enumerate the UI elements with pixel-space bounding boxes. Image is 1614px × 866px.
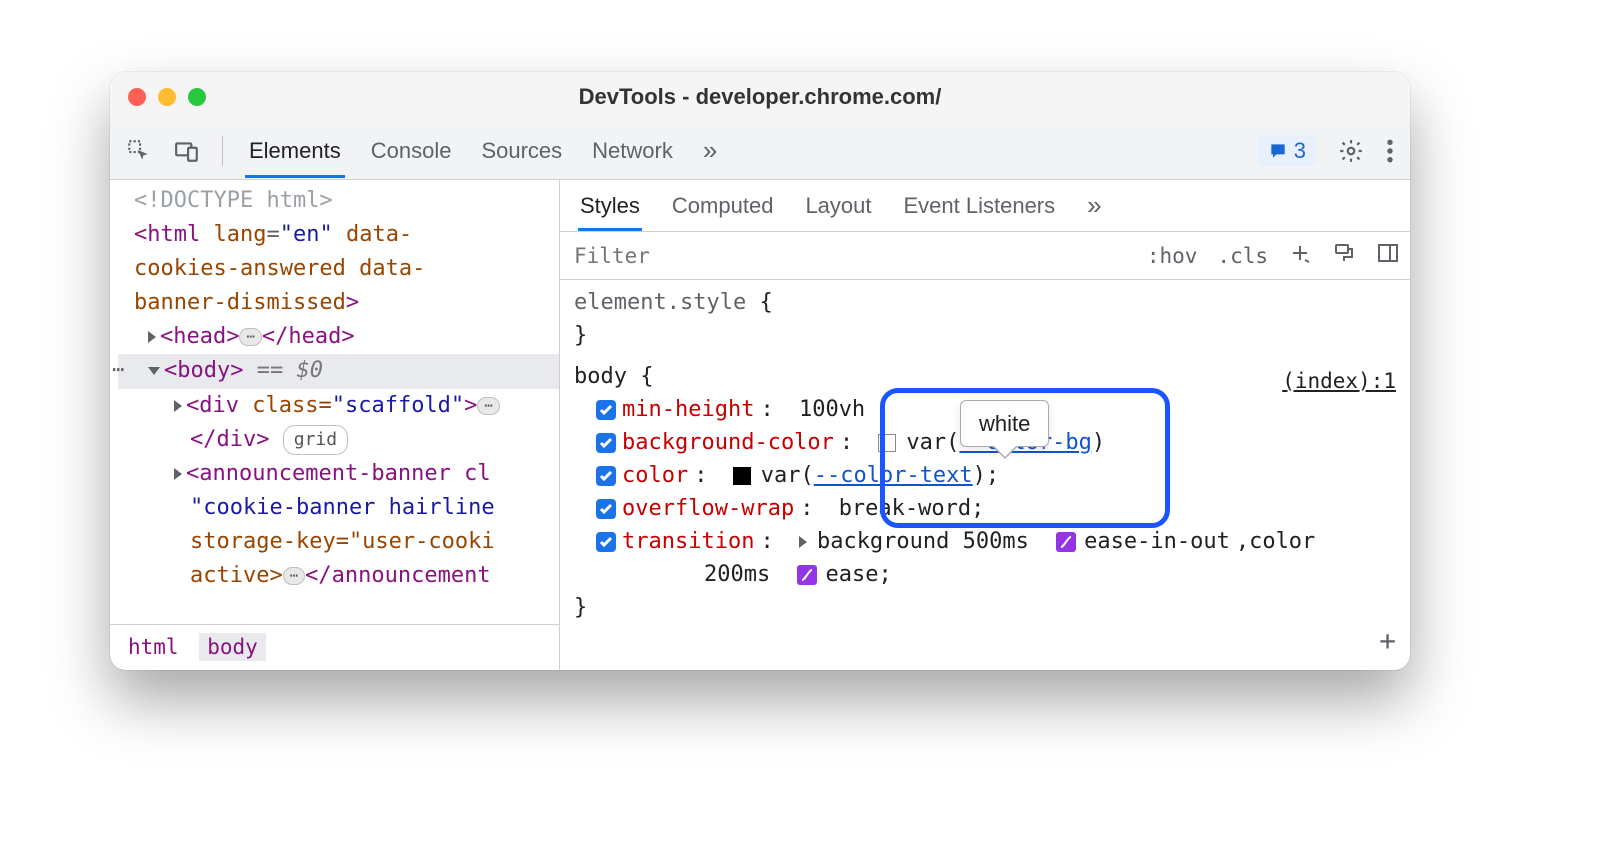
tab-event-listeners[interactable]: Event Listeners	[902, 181, 1058, 231]
grid-badge[interactable]: grid	[283, 425, 348, 455]
window-title: DevTools - developer.chrome.com/	[110, 84, 1410, 110]
prop-transition[interactable]: transition: background 500ms ease-in-out…	[574, 525, 1396, 558]
styles-filter-bar: :hov .cls	[560, 232, 1410, 280]
body-selector[interactable]: body	[574, 364, 627, 389]
tab-computed[interactable]: Computed	[670, 181, 776, 231]
hov-button[interactable]: :hov	[1137, 244, 1208, 268]
close-window-button[interactable]	[128, 88, 146, 106]
announcement-line-2[interactable]: "cookie-banner hairline	[118, 491, 559, 525]
checkbox-icon[interactable]	[596, 532, 616, 552]
main-content: <!DOCTYPE html> <html lang="en" data- co…	[110, 180, 1410, 670]
expand-icon[interactable]	[799, 536, 807, 548]
tabs-overflow[interactable]: »	[699, 121, 721, 180]
scaffold-line[interactable]: <div class="scaffold">⋯	[118, 389, 559, 423]
kebab-menu-icon[interactable]	[1386, 138, 1394, 164]
window-titlebar: DevTools - developer.chrome.com/	[110, 72, 1410, 122]
head-line[interactable]: <head>⋯</head>	[118, 320, 559, 354]
prop-overflow-wrap[interactable]: overflow-wrap: break-word;	[574, 492, 1396, 525]
html-line-2[interactable]: cookies-answered data-	[118, 252, 559, 286]
bezier-icon[interactable]	[797, 565, 817, 585]
announcement-line-4[interactable]: active>⋯</announcement	[118, 559, 559, 593]
tab-elements[interactable]: Elements	[245, 124, 345, 178]
checkbox-icon[interactable]	[596, 433, 616, 453]
devtools-window: DevTools - developer.chrome.com/ Element…	[110, 72, 1410, 670]
elements-panel: <!DOCTYPE html> <html lang="en" data- co…	[110, 180, 560, 670]
announcement-line-3[interactable]: storage-key="user-cooki	[118, 525, 559, 559]
zoom-window-button[interactable]	[188, 88, 206, 106]
dom-tree[interactable]: <!DOCTYPE html> <html lang="en" data- co…	[110, 180, 559, 624]
new-style-rule-icon[interactable]	[1278, 241, 1322, 270]
paint-icon[interactable]	[1322, 241, 1366, 270]
breadcrumb-bar: html body	[110, 624, 559, 670]
color-swatch-black[interactable]	[733, 467, 751, 485]
main-toolbar: Elements Console Sources Network » 3	[110, 122, 1410, 180]
add-rule-button[interactable]: +	[1379, 620, 1396, 662]
toolbar-divider	[222, 136, 223, 166]
issues-badge[interactable]: 3	[1258, 136, 1316, 166]
prop-transition-cont[interactable]: 200ms ease;	[574, 558, 1396, 591]
tab-network[interactable]: Network	[588, 124, 677, 178]
ellipsis-badge: ⋯	[239, 328, 261, 346]
tab-console[interactable]: Console	[367, 124, 456, 178]
issues-count: 3	[1294, 138, 1306, 164]
checkbox-icon[interactable]	[596, 499, 616, 519]
body-line-selected[interactable]: <body> == $0	[118, 354, 559, 388]
sidebar-tabs-overflow[interactable]: »	[1085, 180, 1103, 233]
scaffold-close[interactable]: </div> grid	[118, 423, 559, 457]
var-color-text-link[interactable]: --color-text	[814, 463, 973, 488]
gear-icon[interactable]	[1338, 138, 1364, 164]
tab-layout[interactable]: Layout	[803, 181, 873, 231]
element-style-rule[interactable]: element.style { }	[574, 286, 1396, 352]
doctype-line[interactable]: <!DOCTYPE html>	[118, 184, 559, 218]
tooltip-white: white	[960, 400, 1049, 447]
color-swatch-white[interactable]	[878, 434, 896, 452]
traffic-lights	[128, 88, 206, 106]
cls-button[interactable]: .cls	[1207, 244, 1278, 268]
breadcrumb-body[interactable]: body	[199, 633, 266, 661]
filter-input[interactable]	[560, 232, 1137, 279]
tab-sources[interactable]: Sources	[477, 124, 566, 178]
html-line[interactable]: <html lang="en" data-	[118, 218, 559, 252]
bezier-icon[interactable]	[1056, 532, 1076, 552]
inspect-icon[interactable]	[126, 138, 152, 164]
breadcrumb-html[interactable]: html	[120, 633, 187, 661]
tab-styles[interactable]: Styles	[578, 181, 642, 231]
canvas: DevTools - developer.chrome.com/ Element…	[0, 0, 1614, 866]
html-line-3[interactable]: banner-dismissed>	[118, 286, 559, 320]
device-toolbar-icon[interactable]	[174, 138, 200, 164]
minimize-window-button[interactable]	[158, 88, 176, 106]
computed-panel-toggle-icon[interactable]	[1366, 241, 1410, 270]
styles-pane: element.style { } (index):1 body { min-h…	[560, 280, 1410, 670]
announcement-line-1[interactable]: <announcement-banner cl	[118, 457, 559, 491]
tooltip-text: white	[979, 411, 1030, 436]
checkbox-icon[interactable]	[596, 466, 616, 486]
prop-color[interactable]: color: var(--color-text);	[574, 459, 1396, 492]
sidebar-tabs: Styles Computed Layout Event Listeners »	[560, 180, 1410, 232]
checkbox-icon[interactable]	[596, 400, 616, 420]
message-icon	[1268, 141, 1288, 161]
sidebar-panel: Styles Computed Layout Event Listeners »…	[560, 180, 1410, 670]
